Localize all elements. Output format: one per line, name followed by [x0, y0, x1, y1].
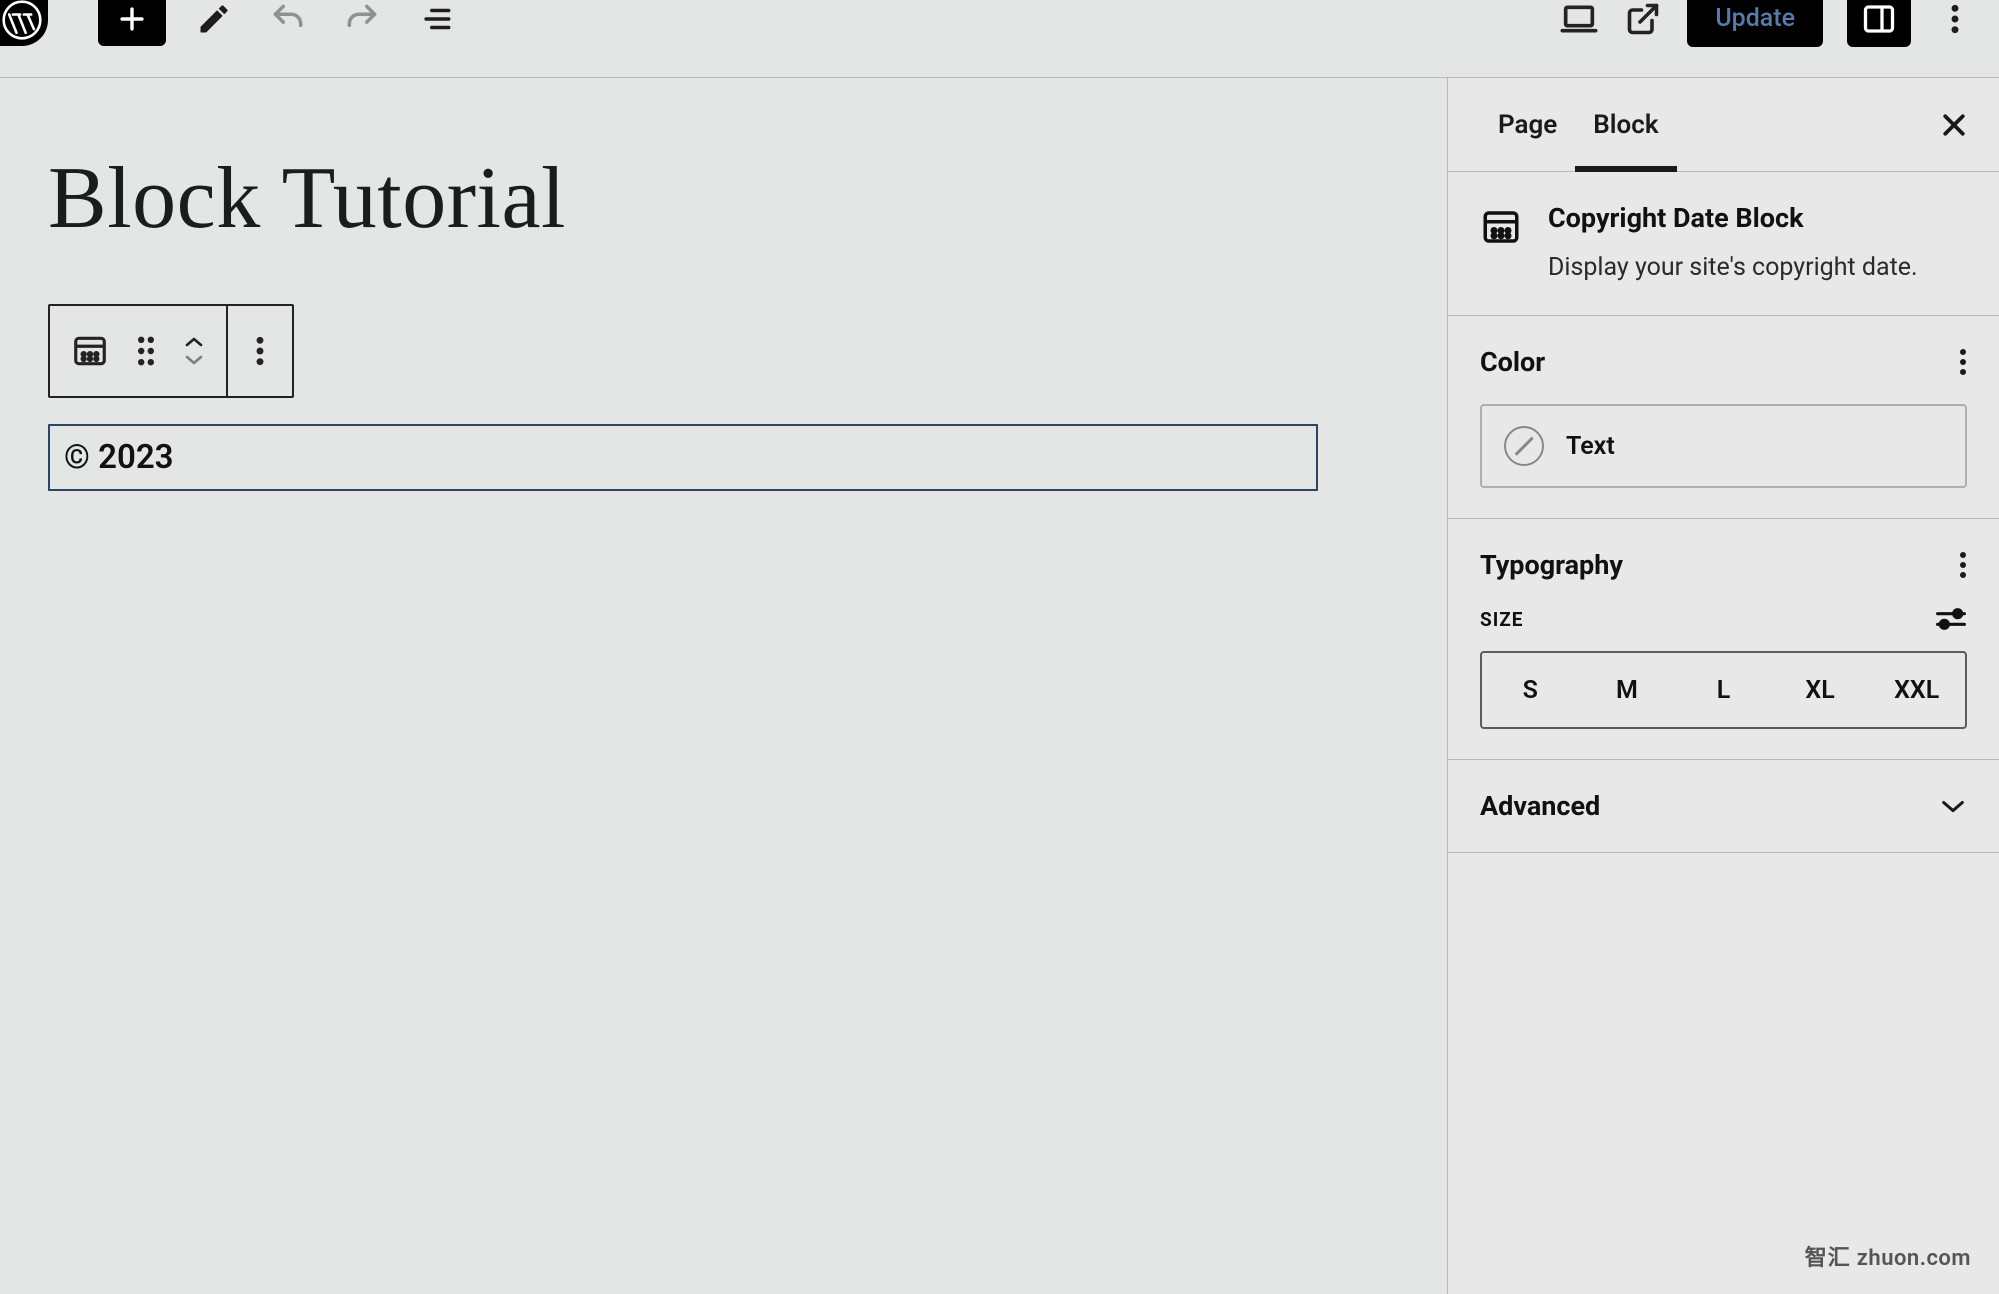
typography-panel-options-icon[interactable] [1959, 550, 1967, 580]
custom-size-icon[interactable] [1935, 607, 1967, 631]
more-options-icon[interactable] [1935, 0, 1975, 39]
close-sidebar-icon[interactable] [1939, 110, 1969, 140]
text-color-label: Text [1566, 432, 1615, 461]
color-panel-title: Color [1480, 346, 1545, 378]
external-link-icon[interactable] [1623, 0, 1663, 39]
block-info-title: Copyright Date Block [1548, 202, 1918, 234]
sidebar-toggle-button[interactable] [1847, 0, 1911, 47]
advanced-panel-toggle[interactable]: Advanced [1448, 760, 1999, 853]
font-size-l[interactable]: L [1675, 653, 1772, 727]
sidebar-tabs: Page Block [1448, 78, 1999, 172]
size-label: SIZE [1480, 608, 1523, 631]
settings-sidebar: Page Block Copyright Date Block Display … [1447, 78, 1999, 1294]
block-toolbar [48, 304, 294, 398]
empty-swatch-icon [1504, 426, 1544, 466]
editor-canvas: Block Tutorial [0, 78, 1447, 1294]
font-size-xl[interactable]: XL [1772, 653, 1869, 727]
block-info-description: Display your site's copyright date. [1548, 250, 1918, 285]
page-title[interactable]: Block Tutorial [48, 148, 1399, 249]
font-size-group: S M L XL XXL [1480, 651, 1967, 729]
block-info-panel: Copyright Date Block Display your site's… [1448, 172, 1999, 316]
color-panel: Color Text [1448, 316, 1999, 519]
advanced-panel-title: Advanced [1480, 790, 1600, 822]
typography-panel-title: Typography [1480, 549, 1623, 581]
wordpress-logo[interactable] [0, 0, 48, 46]
copyright-block-text: © 2023 [64, 438, 174, 477]
editor-topbar: Update [0, 0, 1999, 78]
copyright-date-block[interactable]: © 2023 [48, 424, 1318, 491]
tab-block[interactable]: Block [1575, 78, 1676, 171]
color-panel-options-icon[interactable] [1959, 347, 1967, 377]
view-laptop-icon[interactable] [1559, 0, 1599, 39]
tab-page[interactable]: Page [1480, 78, 1575, 171]
block-info-icon [1480, 206, 1522, 248]
redo-icon[interactable] [336, 0, 388, 45]
block-type-icon[interactable] [62, 323, 118, 379]
typography-panel: Typography SIZE S M L XL XXL [1448, 519, 1999, 760]
font-size-s[interactable]: S [1482, 653, 1579, 727]
move-block-buttons[interactable] [174, 323, 214, 379]
undo-icon[interactable] [262, 0, 314, 45]
font-size-m[interactable]: M [1579, 653, 1676, 727]
block-more-icon[interactable] [240, 323, 280, 379]
text-color-button[interactable]: Text [1480, 404, 1967, 488]
update-button[interactable]: Update [1687, 0, 1823, 47]
font-size-xxl[interactable]: XXL [1868, 653, 1965, 727]
drag-handle-icon[interactable] [126, 323, 166, 379]
document-outline-icon[interactable] [410, 0, 462, 45]
watermark: 智汇 zhuon.com [1805, 1240, 1971, 1272]
edit-mode-icon[interactable] [188, 0, 240, 45]
add-block-button[interactable] [98, 0, 166, 46]
chevron-down-icon [1939, 797, 1967, 815]
